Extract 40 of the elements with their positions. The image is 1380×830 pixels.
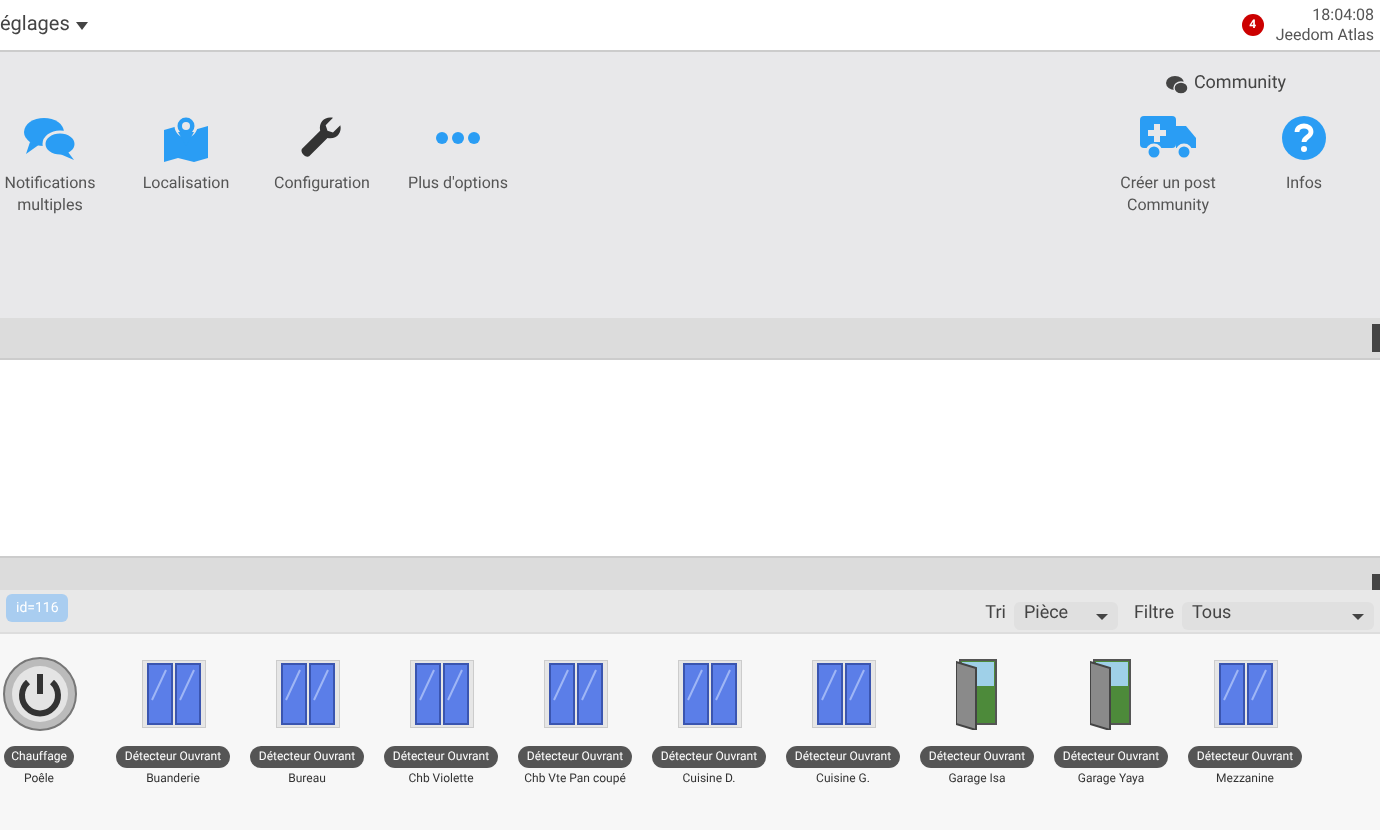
window-icon <box>811 660 875 728</box>
open-door-icon <box>1089 658 1133 730</box>
clock-time: 18:04:08 <box>1312 5 1374 25</box>
speech-bubbles-icon <box>24 116 76 160</box>
action-label: Configuration <box>272 172 372 194</box>
action-tile[interactable]: Configuration <box>252 112 392 194</box>
caret-icon <box>1095 613 1108 619</box>
action-tile[interactable]: Plus d'options <box>388 112 528 194</box>
settings-menu[interactable]: églages <box>0 10 88 40</box>
window-icon <box>543 660 607 728</box>
window-icon <box>275 660 339 728</box>
action-label: Infos <box>1285 171 1323 193</box>
action-tile[interactable]: Infos <box>1242 111 1366 193</box>
help-icon <box>1282 115 1326 159</box>
action-tile[interactable]: Notifications multiples <box>0 112 120 216</box>
filter-label: Filtre <box>1133 602 1174 629</box>
ambulance-icon <box>1140 115 1196 159</box>
window-icon <box>1213 660 1277 728</box>
action-label: Notifications multiples <box>2 172 98 216</box>
open-door-icon <box>955 658 999 730</box>
caret-icon <box>75 21 88 29</box>
community-title: Community <box>1193 72 1287 98</box>
comments-icon <box>1165 76 1188 95</box>
scrollbar-thumb <box>1372 324 1380 352</box>
action-tile[interactable]: Créer un post Community <box>1106 111 1230 215</box>
sort-select[interactable]: Pièce <box>1013 602 1118 630</box>
window-icon <box>409 660 473 728</box>
action-tile[interactable]: Localisation <box>116 112 256 194</box>
wrench-icon <box>300 116 344 160</box>
window-icon <box>141 660 205 728</box>
sort-label: Tri <box>985 602 1006 629</box>
action-label: Plus d'options <box>406 172 510 194</box>
user-name: Jeedom Atlas <box>1275 25 1374 45</box>
filter-select[interactable]: Tous <box>1182 602 1374 630</box>
window-icon <box>677 660 741 728</box>
caret-icon <box>1352 613 1364 619</box>
map-pin-icon <box>162 114 210 162</box>
more-dots-icon <box>436 132 480 144</box>
action-label: Localisation <box>140 172 232 194</box>
action-label: Créer un post Community <box>1118 171 1218 215</box>
